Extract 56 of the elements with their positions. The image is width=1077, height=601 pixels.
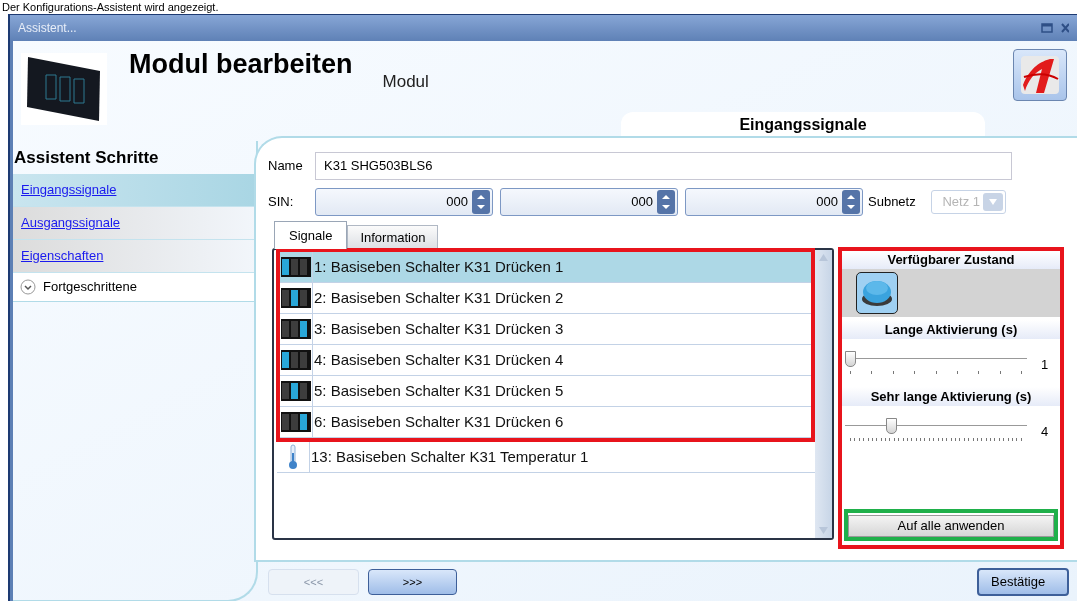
spin-arrows-icon[interactable] xyxy=(842,190,860,214)
sin-spinner[interactable]: 000 xyxy=(500,188,678,216)
tab[interactable]: Information xyxy=(347,225,439,249)
sidebar-heading: Assistent Schritte xyxy=(13,147,160,169)
signal-row[interactable]: 6: Basiseben Schalter K31 Drücken 6 xyxy=(280,407,811,438)
chevron-circle-icon[interactable] xyxy=(20,279,36,295)
slider-thumb[interactable] xyxy=(886,418,898,434)
switch-panel-icon xyxy=(281,288,311,308)
window-title: Assistent... xyxy=(18,20,77,37)
switch-panel-icon xyxy=(281,257,311,277)
signal-label: 4: Basiseben Schalter K31 Drücken 4 xyxy=(314,349,564,370)
next-button[interactable]: >>> xyxy=(368,569,457,595)
panel-heading: Verfügbarer Zustand xyxy=(842,251,1060,269)
signal-label: 6: Basiseben Schalter K31 Drücken 6 xyxy=(314,411,564,432)
subnet-label: Subnetz xyxy=(868,193,917,212)
slider-value: 4 xyxy=(1041,423,1049,441)
signal-label: 2: Basiseben Schalter K31 Drücken 2 xyxy=(314,287,564,308)
switch-panel-icon xyxy=(281,381,311,401)
signal-label: 13: Basiseben Schalter K31 Temperatur 1 xyxy=(311,446,589,467)
slider-value: 1 xyxy=(1041,356,1049,374)
slider-track[interactable] xyxy=(845,351,1027,367)
switch-panel-icon xyxy=(281,319,311,339)
apply-all-button[interactable]: Auf alle anwenden xyxy=(848,514,1054,537)
slider-thumb[interactable] xyxy=(845,351,856,367)
page-title: Modul bearbeiten xyxy=(129,48,353,81)
maximize-icon[interactable] xyxy=(1041,23,1053,33)
slider-track[interactable] xyxy=(845,418,1027,434)
push-button-icon[interactable] xyxy=(856,272,898,314)
sin-spinner[interactable]: 000 xyxy=(685,188,863,216)
close-icon[interactable] xyxy=(1061,22,1069,34)
page-subtitle: Modul xyxy=(382,72,429,91)
slider-heading: Lange Aktivierung (s) xyxy=(842,320,1060,339)
name-label: Name xyxy=(268,157,304,176)
signal-row[interactable]: 13: Basiseben Schalter K31 Temperatur 1 xyxy=(277,442,815,473)
slider-heading: Sehr lange Aktivierung (s) xyxy=(842,387,1060,406)
name-field[interactable]: K31 SHG503BLS6 xyxy=(315,152,1012,180)
pdf-icon xyxy=(1020,55,1060,95)
signal-row[interactable]: 1: Basiseben Schalter K31 Drücken 1 xyxy=(280,252,811,283)
signal-label: 5: Basiseben Schalter K31 Drücken 5 xyxy=(314,380,564,401)
signal-row[interactable]: 5: Basiseben Schalter K31 Drücken 5 xyxy=(280,376,811,407)
sin-label: SIN: xyxy=(268,193,295,212)
caption-text: Der Konfigurations-Assistent wird angezeigt. xyxy=(2,1,219,13)
tab[interactable]: Signale xyxy=(274,221,348,249)
signal-row[interactable]: 2: Basiseben Schalter K31 Drücken 2 xyxy=(280,283,811,314)
confirm-button[interactable]: Bestätige xyxy=(977,568,1069,596)
sin-spinner[interactable]: 000 xyxy=(315,188,493,216)
spin-arrows-icon[interactable] xyxy=(472,190,490,214)
thermometer-icon xyxy=(288,444,298,470)
spin-arrows-icon[interactable] xyxy=(657,190,675,214)
signal-label: 1: Basiseben Schalter K31 Drücken 1 xyxy=(314,256,564,277)
switch-panel-icon xyxy=(281,350,311,370)
switch-panel-icon xyxy=(281,412,311,432)
signal-row[interactable]: 3: Basiseben Schalter K31 Drücken 3 xyxy=(280,314,811,345)
signal-row[interactable]: 4: Basiseben Schalter K31 Drücken 4 xyxy=(280,345,811,376)
signal-label: 3: Basiseben Schalter K31 Drücken 3 xyxy=(314,318,564,339)
pdf-button[interactable] xyxy=(1013,49,1067,101)
